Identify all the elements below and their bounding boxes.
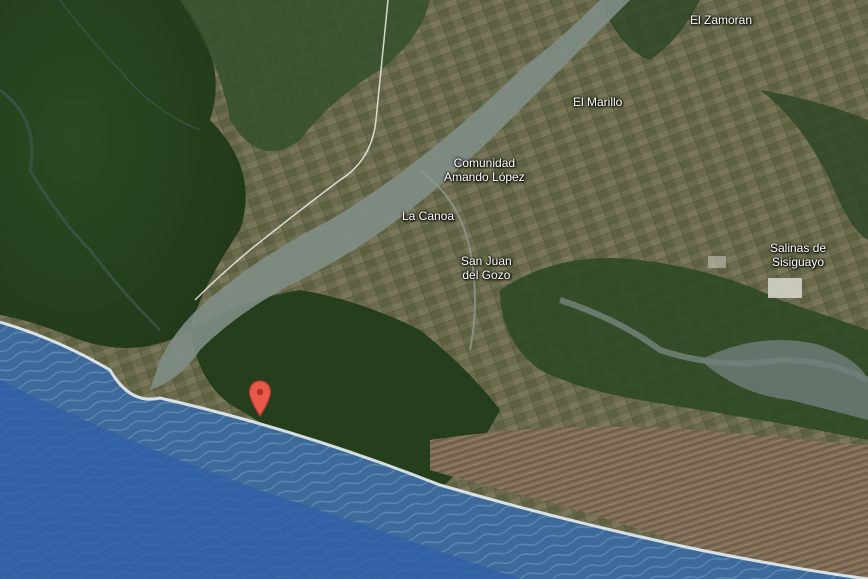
settlement-patch: [708, 256, 726, 268]
place-label-salinas-de-sisiguayo[interactable]: Salinas de Sisiguayo: [770, 241, 826, 269]
place-label-el-marillo[interactable]: El Marillo: [573, 95, 622, 109]
place-label-la-canoa[interactable]: La Canoa: [402, 209, 454, 223]
satellite-map[interactable]: El Zamoran El Marillo Comunidad Amando L…: [0, 0, 868, 579]
map-pin-icon[interactable]: [248, 380, 272, 418]
map-imagery[interactable]: [0, 0, 868, 579]
place-label-el-zamoran[interactable]: El Zamoran: [690, 13, 752, 27]
place-label-comunidad-amando-lopez[interactable]: Comunidad Amando López: [444, 156, 525, 184]
salt-flats: [768, 278, 802, 298]
place-label-san-juan-del-gozo[interactable]: San Juan del Gozo: [461, 254, 512, 282]
